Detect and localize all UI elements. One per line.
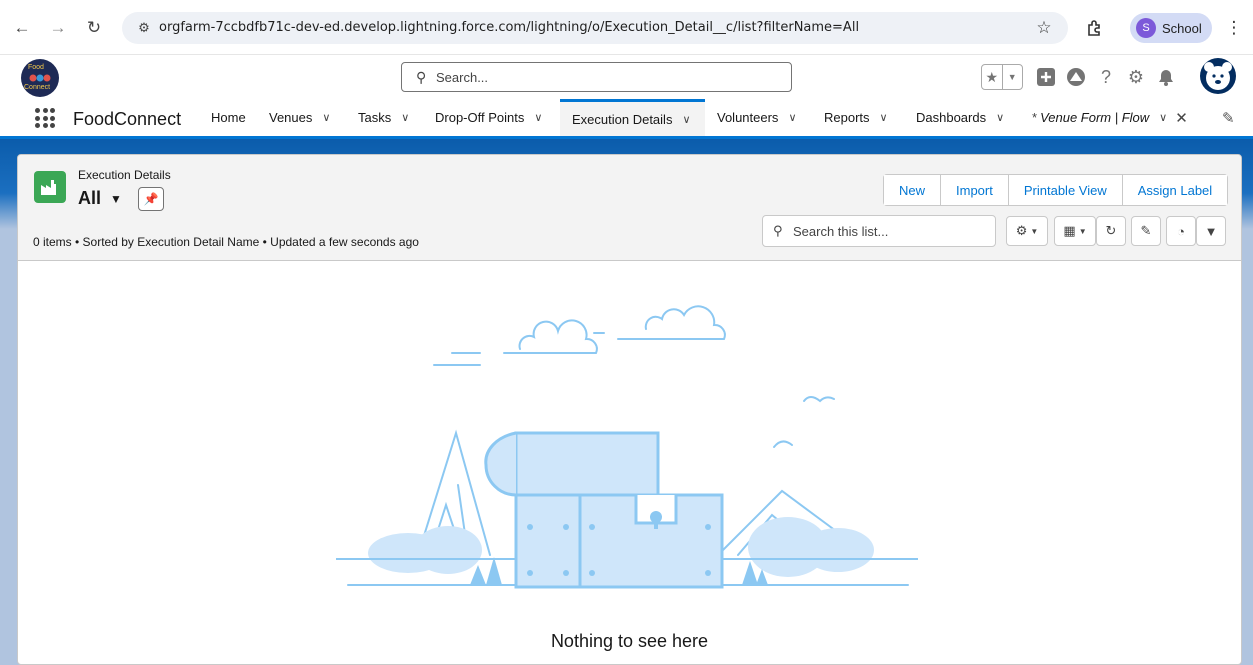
execution-detail-object-icon (34, 171, 66, 203)
tab-label: Dashboards (916, 110, 987, 125)
profile-chip[interactable]: S School (1130, 13, 1212, 43)
refresh-icon: ↻ (1105, 223, 1117, 238)
global-actions-icon[interactable] (1034, 63, 1058, 91)
profile-name: School (1162, 20, 1202, 36)
chevron-down-icon[interactable]: ∨ (682, 113, 690, 126)
list-view-controls-button[interactable]: ⚙ ▼ (1006, 216, 1048, 246)
search-list-placeholder: Search this list... (793, 224, 889, 239)
star-icon[interactable]: ★ (982, 65, 1002, 89)
logo-text-bottom: Connect (24, 84, 51, 91)
setup-gear-icon[interactable]: ⚙ (1124, 63, 1148, 91)
chevron-down-icon[interactable]: ∨ (788, 111, 796, 124)
favorites-dropdown-icon[interactable]: ▼ (1001, 65, 1023, 89)
address-bar[interactable]: ⚙ orgfarm-7ccbdfb71c-dev-ed.develop.ligh… (122, 12, 1068, 44)
chevron-down-icon: ▼ (1030, 226, 1039, 236)
notifications-bell-icon[interactable] (1154, 63, 1178, 91)
chevron-down-icon[interactable]: ∨ (401, 111, 409, 124)
browser-toolbar: ← → ↻ ⚙ orgfarm-7ccbdfb71c-dev-ed.develo… (0, 0, 1253, 55)
new-button[interactable]: New (884, 175, 941, 205)
tab-execution-details[interactable]: Execution Details ∨ (560, 99, 705, 136)
tab-label: Home (211, 110, 246, 125)
tab-label: Venues (269, 110, 313, 125)
list-actions: New Import Printable View Assign Label (883, 174, 1229, 206)
tab-venue-form-flow[interactable]: * Venue Form | Flow ∨ ✕ (1032, 99, 1188, 136)
chevron-down-icon[interactable]: ∨ (534, 111, 542, 124)
refresh-button[interactable]: ↻ (1096, 216, 1126, 246)
tab-label: Tasks (358, 110, 392, 125)
chevron-down-icon[interactable]: ∨ (880, 111, 888, 124)
tab-label: Execution Details (572, 111, 673, 127)
site-settings-icon[interactable]: ⚙ (134, 18, 154, 38)
logo-dots-icon (29, 74, 51, 82)
chevron-down-icon[interactable]: ∨ (322, 111, 330, 124)
logo-text-top: Food (28, 64, 44, 71)
search-icon: ⚲ (416, 69, 427, 85)
global-search-input[interactable]: ⚲ Search... (401, 62, 792, 92)
extensions-icon[interactable] (1083, 16, 1107, 40)
pin-list-view-icon[interactable]: 📌 (138, 187, 164, 211)
search-list-input[interactable]: ⚲ Search this list... (762, 215, 996, 247)
filters-button[interactable]: ▼ (1196, 216, 1226, 246)
user-avatar[interactable] (1200, 58, 1236, 94)
close-tab-icon[interactable]: ✕ (1175, 109, 1188, 127)
empty-state-illustration (336, 305, 918, 589)
object-label: Execution Details (78, 168, 171, 182)
search-icon: ⚲ (773, 223, 783, 238)
favorites-button[interactable]: ★ ▼ (981, 64, 1023, 90)
tab-drop-off-points[interactable]: Drop-Off Points ∨ (435, 99, 542, 136)
pencil-icon: ✎ (1140, 223, 1152, 238)
printable-view-button[interactable]: Printable View (1007, 175, 1122, 205)
list-view-name[interactable]: All (78, 188, 101, 209)
import-button[interactable]: Import (940, 175, 1008, 205)
tab-dashboards[interactable]: Dashboards ∨ (916, 99, 1004, 136)
app-launcher-icon[interactable] (35, 108, 55, 128)
unsaved-marker: * (1032, 110, 1038, 125)
table-icon: ▦ (1063, 223, 1076, 238)
help-icon[interactable]: ? (1094, 63, 1118, 91)
pie-chart-icon: ◔ (1177, 223, 1185, 239)
list-view-meta: 0 items • Sorted by Execution Detail Nam… (33, 235, 419, 249)
edit-nav-pencil-icon[interactable]: ✎ (1222, 109, 1235, 127)
app-navigation: FoodConnect Home Venues ∨ Tasks ∨ Drop-O… (0, 99, 1253, 139)
back-arrow-icon[interactable]: ← (10, 16, 34, 40)
browser-menu-icon[interactable]: ⋮ (1222, 16, 1246, 40)
reload-icon[interactable]: ↻ (82, 16, 106, 40)
tab-label: Volunteers (717, 110, 779, 125)
display-as-button[interactable]: ▦ ▼ (1054, 216, 1096, 246)
list-view-card: Execution Details All ▼ 📌 New Import Pri… (17, 154, 1242, 665)
filter-icon: ▼ (1204, 223, 1218, 239)
url-text[interactable]: orgfarm-7ccbdfb71c-dev-ed.develop.lightn… (159, 20, 859, 35)
gear-icon: ⚙ (1015, 223, 1028, 238)
tab-label: Drop-Off Points (435, 110, 525, 125)
tab-volunteers[interactable]: Volunteers ∨ (717, 99, 797, 136)
chevron-down-icon[interactable]: ∨ (1159, 111, 1167, 124)
global-header: Food Connect ⚲ Search... ★ ▼ ? ⚙ (0, 55, 1253, 99)
chevron-down-icon: ▼ (1078, 226, 1087, 236)
org-logo[interactable]: Food Connect (21, 59, 59, 97)
global-search-placeholder: Search... (436, 70, 489, 85)
assign-label-button[interactable]: Assign Label (1121, 175, 1228, 205)
avatar-bear-icon (1204, 62, 1232, 90)
chevron-down-icon[interactable]: ∨ (996, 111, 1004, 124)
tab-label: Venue Form | Flow (1040, 110, 1150, 125)
edit-list-button[interactable]: ✎ (1131, 216, 1161, 246)
empty-state-message: Nothing to see here (550, 631, 709, 651)
bookmark-star-icon[interactable]: ☆ (1032, 16, 1056, 40)
tab-reports[interactable]: Reports ∨ (824, 99, 888, 136)
trailhead-icon[interactable] (1064, 63, 1088, 91)
tab-home[interactable]: Home (211, 99, 246, 136)
tab-tasks[interactable]: Tasks ∨ (358, 99, 409, 136)
tab-venues[interactable]: Venues ∨ (269, 99, 330, 136)
charts-button[interactable]: ◔ (1166, 216, 1196, 246)
profile-avatar: S (1136, 18, 1156, 38)
view-switcher-caret-icon[interactable]: ▼ (110, 192, 122, 206)
app-name: FoodConnect (73, 109, 182, 129)
forward-arrow-icon[interactable]: → (46, 16, 70, 40)
list-view-header: Execution Details All ▼ 📌 New Import Pri… (18, 155, 1241, 261)
tab-label: Reports (824, 110, 870, 125)
